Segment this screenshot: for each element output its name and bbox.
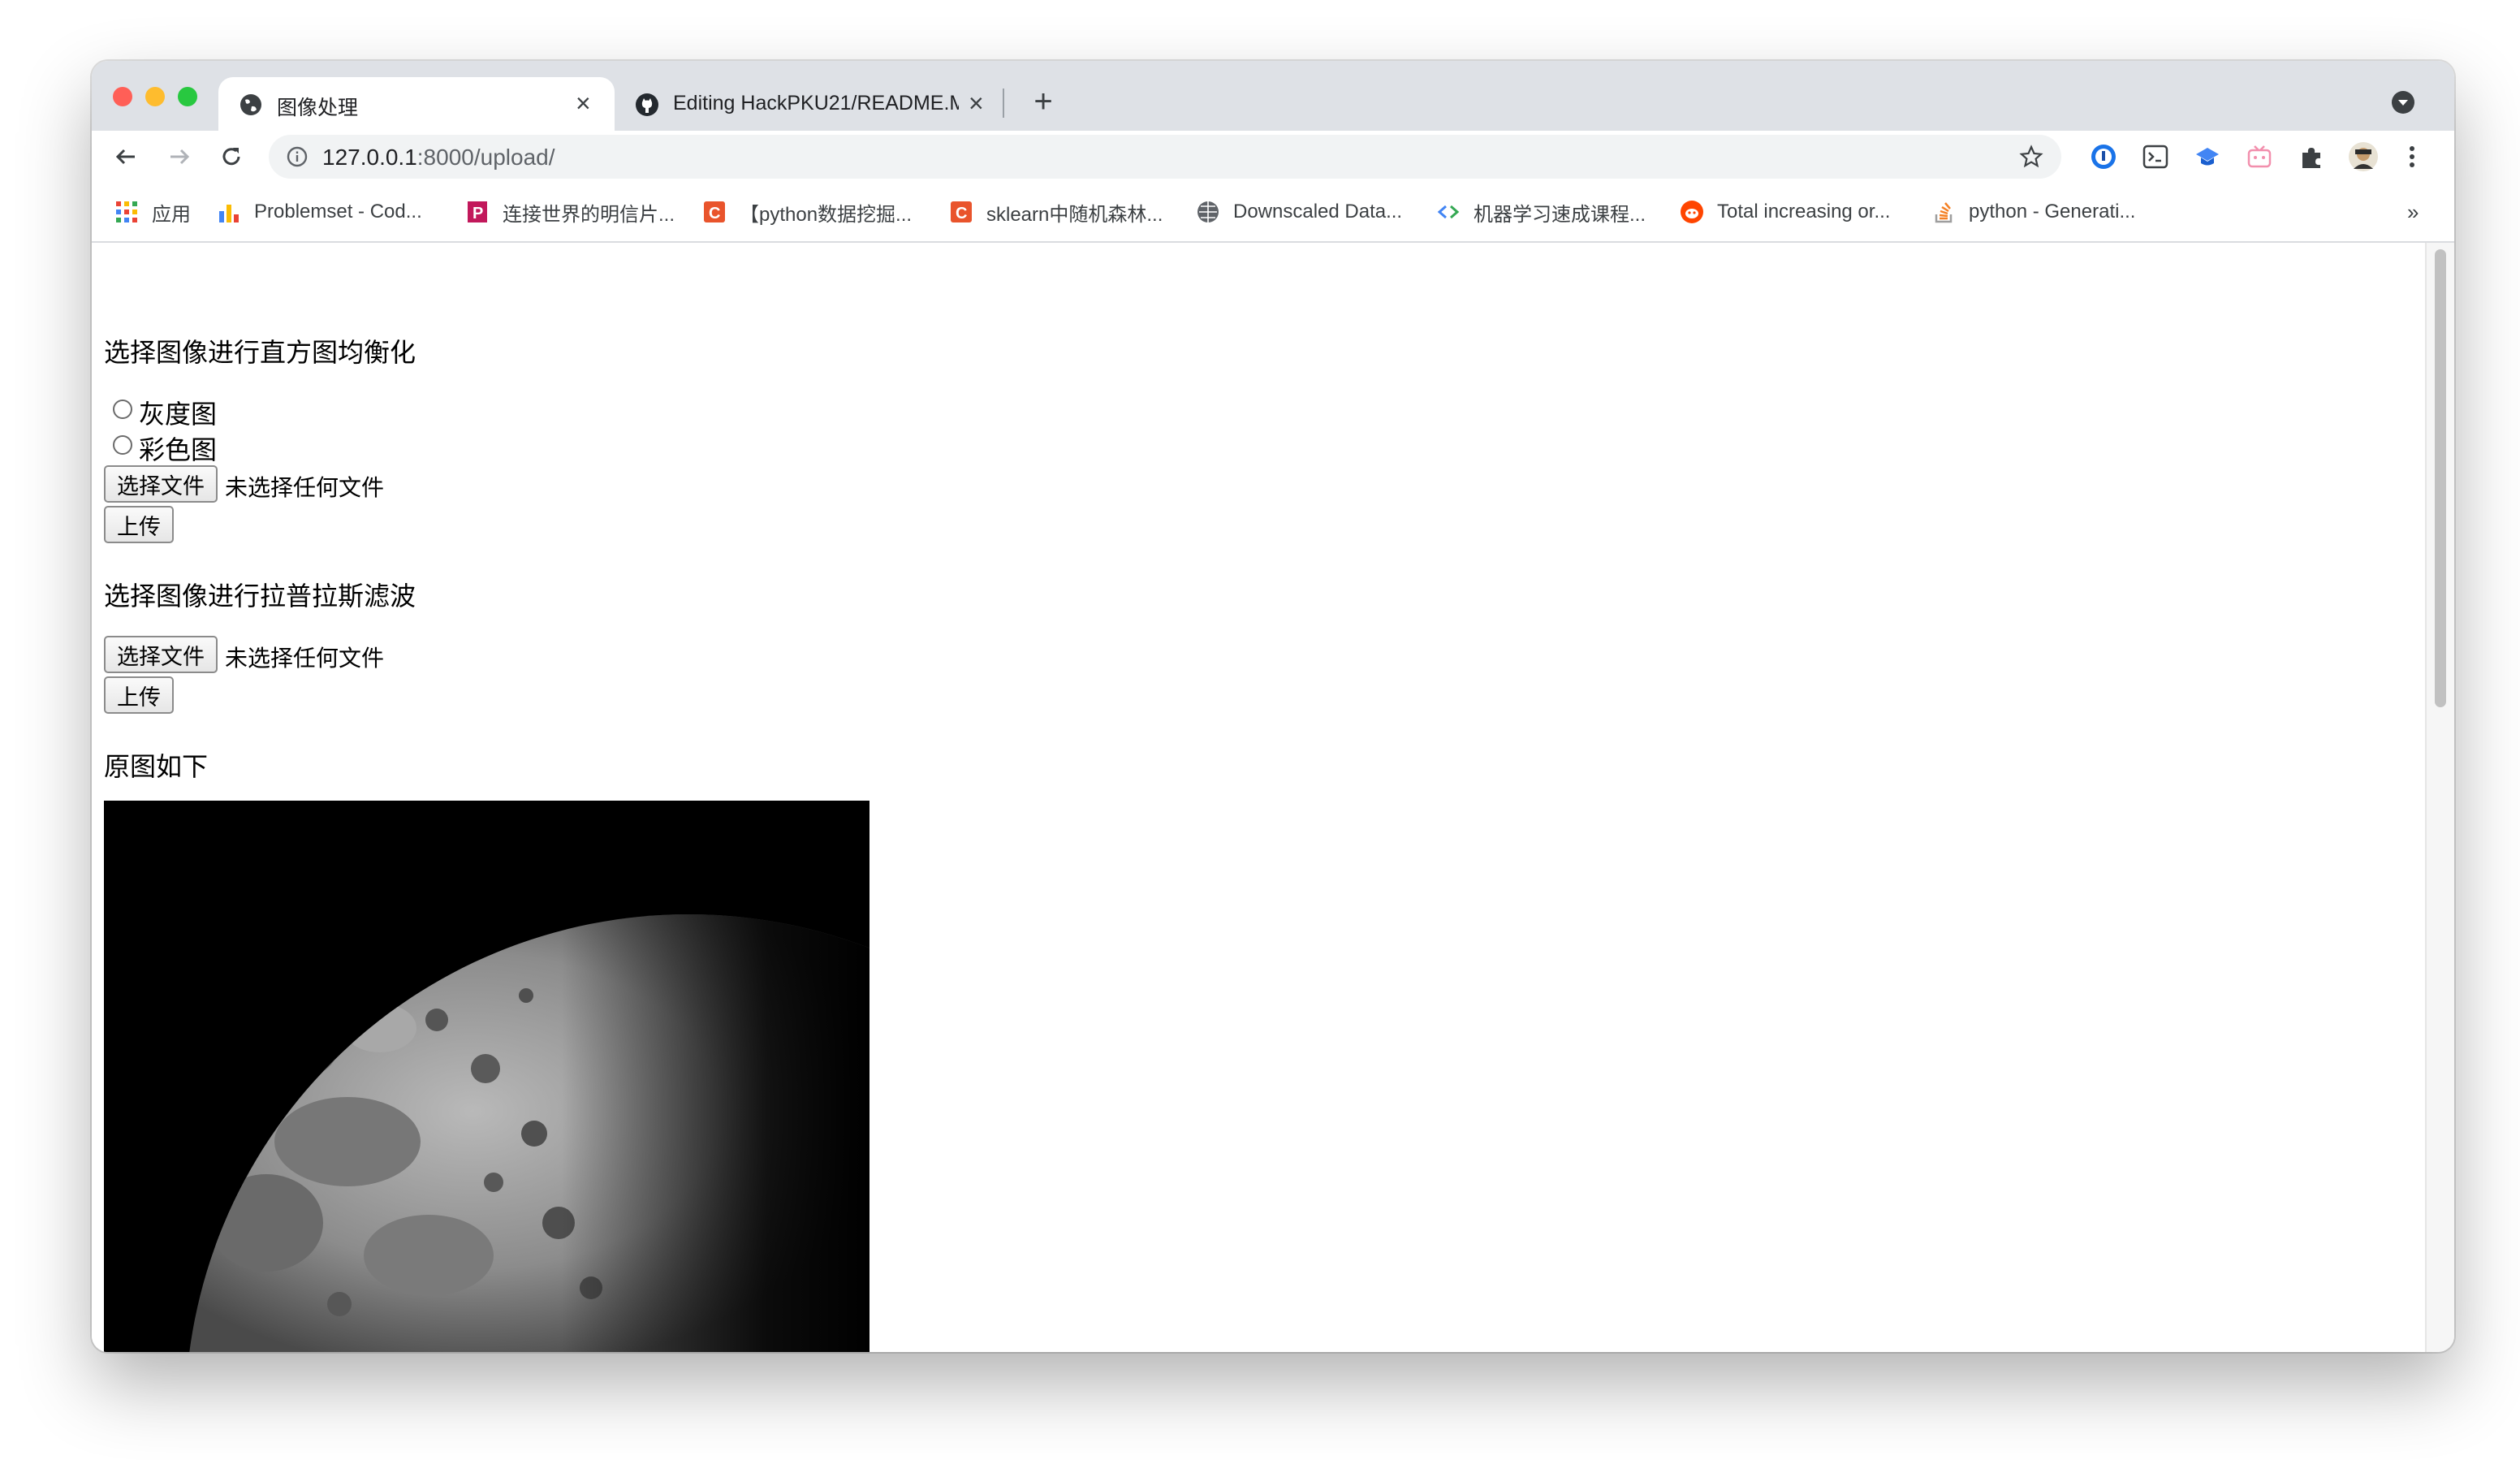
minimize-window-button[interactable] [145, 87, 165, 106]
bookmark-ml-crash-course[interactable]: 机器学习速成课程... [1436, 199, 1646, 226]
code-brackets-icon [1437, 205, 1460, 219]
browser-window: 图像处理 × Editing HackPKU21/README.M × + 12… [92, 61, 2454, 1352]
tab-divider [1003, 89, 1004, 118]
tab-title: 图像处理 [277, 97, 359, 119]
terminal-icon [2142, 145, 2168, 169]
browser-menu-button[interactable] [2394, 139, 2430, 175]
bookmark-label: Downscaled Data... [1233, 201, 1403, 222]
scrollbar-thumb[interactable] [2435, 249, 2446, 707]
bookmark-star-icon[interactable] [2019, 145, 2043, 169]
grayscale-radio[interactable] [113, 400, 132, 419]
bookmark-problemset[interactable]: Problemset - Cod... [217, 199, 422, 225]
vertical-scrollbar[interactable] [2425, 243, 2454, 1352]
more-vert-icon [2410, 146, 2414, 167]
bar-chart-icon [219, 205, 239, 222]
navigation-toolbar: 127.0.0.1:8000/upload/ [92, 131, 2454, 183]
tab-title: Editing HackPKU21/README.M [673, 92, 959, 114]
url-path: :8000/upload/ [416, 145, 555, 170]
close-tab-icon[interactable]: × [576, 90, 591, 116]
svg-text:C: C [709, 205, 720, 222]
globe-icon [1197, 201, 1219, 222]
upload-button[interactable]: 上传 [104, 676, 174, 714]
color-label: 彩色图 [139, 435, 218, 464]
bookmark-label: Problemset - Cod... [254, 201, 422, 222]
csdn-icon: C [704, 201, 725, 222]
tab-strip: 图像处理 × Editing HackPKU21/README.M × + [92, 61, 2454, 131]
tv-icon [2247, 145, 2272, 168]
url-host: 127.0.0.1 [322, 145, 417, 170]
zoom-window-button[interactable] [178, 87, 197, 106]
bookmark-python-mining[interactable]: C 【python数据挖掘... [702, 199, 913, 226]
color-radio[interactable] [113, 435, 132, 455]
github-icon [636, 93, 658, 116]
reload-icon [222, 148, 240, 166]
extensions-button[interactable] [2293, 139, 2329, 175]
extension-terminal-button[interactable] [2138, 139, 2173, 175]
bookmarks-overflow-button[interactable]: » [2407, 199, 2419, 225]
laplace-section-title: 选择图像进行拉普拉斯滤波 [104, 581, 416, 611]
grayscale-label: 灰度图 [139, 400, 218, 429]
moon-photo [104, 801, 869, 1352]
svg-text:P: P [472, 205, 483, 222]
graduation-cap-icon [2196, 148, 2219, 166]
close-window-button[interactable] [113, 87, 132, 106]
bookmark-label: 机器学习速成课程... [1474, 203, 1646, 226]
apps-grid-icon [116, 201, 137, 222]
bookmark-label: 连接世界的明信片... [503, 203, 675, 226]
no-file-text: 未选择任何文件 [225, 475, 385, 500]
tab-search-icon[interactable] [2391, 90, 2415, 114]
bookmark-stackoverflow[interactable]: python - Generati... [1931, 199, 2135, 225]
bookmarks-bar: 应用 Problemset - Cod... P 连接世界的明信片... C 【… [92, 183, 2454, 243]
extension-tv-button[interactable] [2242, 139, 2277, 175]
tab-image-processing[interactable]: 图像处理 × [218, 77, 615, 131]
histogram-section-title: 选择图像进行直方图均衡化 [104, 338, 416, 367]
url-text: 127.0.0.1:8000/upload/ [322, 145, 555, 171]
choose-file-button[interactable]: 选择文件 [104, 465, 218, 503]
upload-button[interactable]: 上传 [104, 506, 174, 543]
bookmark-apps[interactable]: 应用 [114, 199, 191, 226]
bookmark-sklearn[interactable]: C sklearn中随机森林... [949, 199, 1163, 226]
info-icon[interactable] [287, 146, 308, 167]
forward-arrow-icon [170, 149, 190, 165]
new-tab-button[interactable]: + [1021, 79, 1066, 124]
password-manager-icon [2091, 145, 2116, 169]
extension-1password-button[interactable] [2086, 139, 2121, 175]
forward-button[interactable] [162, 139, 197, 175]
bookmark-reddit[interactable]: Total increasing or... [1680, 199, 1890, 225]
page-content: 选择图像进行直方图均衡化 灰度图 彩色图 选择文件 未选择任何文件 上传 选择图… [92, 243, 2425, 1352]
moon-image [104, 801, 869, 1352]
bookmark-postcard[interactable]: P 连接世界的明信片... [465, 199, 675, 226]
stackoverflow-icon [1935, 202, 1953, 223]
postcard-icon: P [468, 201, 487, 222]
avatar-icon [2349, 142, 2378, 171]
close-tab-icon[interactable]: × [969, 90, 984, 116]
bookmark-label: 应用 [152, 203, 191, 226]
bookmark-label: Total increasing or... [1717, 201, 1891, 222]
bookmark-label: 【python数据挖掘... [740, 203, 913, 226]
svg-text:C: C [956, 205, 967, 222]
profile-avatar-button[interactable] [2345, 139, 2381, 175]
back-arrow-icon [115, 149, 135, 165]
no-file-text: 未选择任何文件 [225, 646, 385, 671]
reload-button[interactable] [214, 139, 249, 175]
bookmark-downscaled-data[interactable]: Downscaled Data... [1196, 199, 1402, 225]
choose-file-button[interactable]: 选择文件 [104, 636, 218, 673]
puzzle-piece-icon [2302, 148, 2320, 168]
globe-icon [240, 94, 261, 115]
bookmark-label: sklearn中随机森林... [986, 203, 1163, 226]
reddit-icon [1681, 201, 1703, 223]
address-bar[interactable]: 127.0.0.1:8000/upload/ [269, 135, 2061, 179]
original-image-title: 原图如下 [104, 752, 209, 781]
bookmark-label: python - Generati... [1969, 201, 2136, 222]
extension-scholar-button[interactable] [2190, 139, 2225, 175]
tab-github-editing[interactable]: Editing HackPKU21/README.M × [615, 77, 1004, 131]
csdn-icon: C [951, 201, 972, 222]
back-button[interactable] [108, 139, 144, 175]
